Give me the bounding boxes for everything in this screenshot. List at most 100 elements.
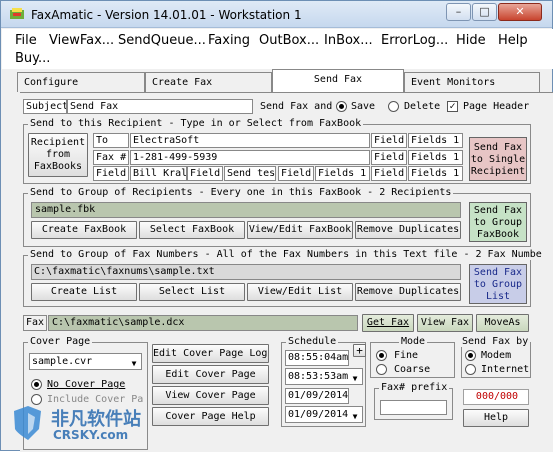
schedule-plus-button[interactable]: + <box>353 344 366 357</box>
faxbook-file-input[interactable]: sample.fbk <box>31 202 461 218</box>
maximize-button[interactable]: □ <box>472 3 497 21</box>
subject-input[interactable]: Send Fax <box>67 99 253 114</box>
save-radio[interactable] <box>336 101 347 112</box>
field-input-2[interactable]: Send tes <box>224 166 276 181</box>
shield-icon <box>14 406 41 440</box>
schedule-time-2[interactable]: 08:53:53am ▼ <box>285 368 363 385</box>
modem-radio[interactable] <box>465 350 476 361</box>
fine-label: Fine <box>394 350 419 361</box>
watermark-en: CRSKY.com <box>53 428 129 442</box>
field-input-4[interactable]: Fields 1 <box>408 133 463 148</box>
field-label-6: Field <box>371 166 407 181</box>
watermark-logo: 非凡软件站 CRSKY.com <box>13 403 163 447</box>
cover-caption: Cover Page <box>28 336 93 347</box>
menu-sendqueue[interactable]: SendQueue... <box>118 33 206 48</box>
menu-faxing[interactable]: Faxing <box>208 33 250 48</box>
edit-cover-logo-button[interactable]: Edit Cover Page Logo <box>152 344 269 363</box>
schedule-date-2[interactable]: 01/09/2014 ▼ <box>285 406 363 423</box>
menu-outbox[interactable]: OutBox... <box>259 33 319 48</box>
edit-cover-button[interactable]: Edit Cover Page <box>152 365 269 384</box>
send-group-list-button[interactable]: Send Fax to Group List <box>469 264 527 304</box>
schedule-time-2-value: 08:53:53am <box>288 371 349 382</box>
chevron-down-icon: ▼ <box>131 359 137 368</box>
internet-label: Internet <box>481 364 530 375</box>
remove-duplicates-faxbook-button[interactable]: Remove Duplicates <box>355 221 461 239</box>
modem-label: Modem <box>481 350 512 361</box>
send-single-button[interactable]: Send Fax to Single Recipient <box>469 137 527 181</box>
menu-viewfax[interactable]: ViewFax... <box>49 33 114 48</box>
fax-label: Fax <box>23 315 47 331</box>
tab-strip: Configure Create Fax Send Fax Event Moni… <box>17 69 553 92</box>
field-input-5[interactable]: Fields 1 <box>408 150 463 165</box>
select-list-button[interactable]: Select List <box>139 283 245 301</box>
tab-create-fax[interactable]: Create Fax <box>145 72 272 92</box>
page-header-label: Page Header <box>463 101 530 112</box>
view-cover-button[interactable]: View Cover Page <box>152 386 269 405</box>
help-button[interactable]: Help <box>463 409 529 427</box>
save-label: Save <box>351 101 376 112</box>
tab-send-fax[interactable]: Send Fax <box>272 69 404 92</box>
menu-buy[interactable]: Buy... <box>15 51 50 66</box>
minimize-button[interactable]: – <box>446 3 471 21</box>
faxnum-label: Fax # <box>93 150 129 165</box>
fine-radio[interactable] <box>376 350 387 361</box>
coarse-label: Coarse <box>394 364 431 375</box>
faxbooks-button[interactable]: Recipient from FaxBooks <box>28 133 88 177</box>
remove-duplicates-list-button[interactable]: Remove Duplicates <box>355 283 461 301</box>
no-cover-radio[interactable] <box>31 379 42 390</box>
sendby-caption: Send Fax by <box>460 336 531 347</box>
numbers-file-input[interactable]: C:\faxmatic\faxnums\sample.txt <box>31 264 461 280</box>
create-list-button[interactable]: Create List <box>31 283 137 301</box>
select-faxbook-button[interactable]: Select FaxBook <box>139 221 245 239</box>
send-group-faxbook-label: Send Fax to Group FaxBook <box>473 205 523 240</box>
moveas-button[interactable]: MoveAs <box>476 314 529 332</box>
field-label-3: Field <box>278 166 314 181</box>
view-edit-faxbook-button[interactable]: View/Edit FaxBook <box>247 221 353 239</box>
close-button[interactable]: ✕ <box>498 3 542 21</box>
fax-file-input[interactable]: C:\faxmatic\sample.dcx <box>48 315 358 331</box>
send-single-label: Send Fax to Single Recipient <box>470 142 526 177</box>
app-icon <box>10 8 24 19</box>
title-bar: FaxAmatic - Version 14.01.01 - Workstati… <box>1 1 552 28</box>
internet-radio[interactable] <box>465 364 476 375</box>
send-group-list-label: Send Fax to Group List <box>473 267 523 302</box>
menu-hide[interactable]: Hide <box>456 33 486 48</box>
cover-select[interactable]: sample.cvr ▼ <box>29 353 142 370</box>
delete-radio[interactable] <box>388 101 399 112</box>
menu-inbox[interactable]: InBox... <box>324 33 373 48</box>
menu-errorlog[interactable]: ErrorLog... <box>381 33 448 48</box>
get-fax-button[interactable]: Get Fax <box>362 314 414 332</box>
view-fax-button[interactable]: View Fax <box>417 314 473 332</box>
mode-caption: Mode <box>399 336 428 347</box>
tab-configure[interactable]: Configure <box>17 72 145 92</box>
menu-file[interactable]: File <box>15 33 37 48</box>
faxnum-input[interactable]: 1-281-499-5939 <box>130 150 370 165</box>
field-label-1: Field <box>93 166 129 181</box>
create-faxbook-button[interactable]: Create FaxBook <box>31 221 137 239</box>
tab-event-monitors[interactable]: Event Monitors <box>404 72 540 92</box>
schedule-time-1[interactable]: 08:55:04am <box>285 350 349 366</box>
field-input-3[interactable]: Fields 1 <box>315 166 370 181</box>
group-caption: Send to Group of Recipients - Every one … <box>28 187 454 198</box>
field-input-1[interactable]: Bill Kral <box>130 166 187 181</box>
field-input-6[interactable]: Fields 1 <box>408 166 463 181</box>
cover-select-value: sample.cvr <box>32 356 93 367</box>
coarse-radio[interactable] <box>376 364 387 375</box>
subject-label: Subject <box>23 99 67 114</box>
send-group-faxbook-button[interactable]: Send Fax to Group FaxBook <box>469 202 527 242</box>
view-edit-list-button[interactable]: View/Edit List <box>247 283 353 301</box>
page-header-checkbox[interactable]: ✓ <box>447 101 458 112</box>
prefix-input[interactable] <box>380 400 447 415</box>
numbers-caption: Send to Group of Fax Numbers - All of th… <box>28 249 544 260</box>
send-fax-panel: Subject Send Fax Send Fax and Save Delet… <box>20 92 553 452</box>
cover-help-button[interactable]: Cover Page Help <box>152 407 269 426</box>
menu-help[interactable]: Help <box>498 33 528 48</box>
recipient-caption: Send to this Recipient - Type in or Sele… <box>28 118 364 129</box>
to-input[interactable]: ElectraSoft <box>130 133 370 148</box>
schedule-date-1[interactable]: 01/09/2014 <box>285 388 349 404</box>
field-label-5: Field <box>371 150 407 165</box>
main-window: FaxAmatic - Version 14.01.01 - Workstati… <box>0 0 553 452</box>
chevron-down-icon: ▼ <box>352 412 358 421</box>
to-label: To <box>93 133 129 148</box>
no-cover-label: No Cover Page <box>47 379 126 390</box>
